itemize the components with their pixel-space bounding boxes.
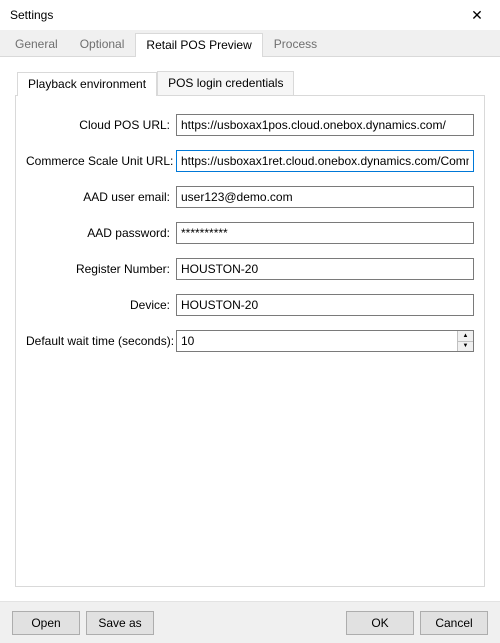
content-area: Playback environment POS login credentia…: [0, 57, 500, 595]
tab-retail-pos-preview[interactable]: Retail POS Preview: [135, 33, 262, 57]
inner-tabs: Playback environment POS login credentia…: [15, 71, 485, 95]
input-wait-time[interactable]: [177, 331, 457, 351]
inner-tabs-wrap: Playback environment POS login credentia…: [15, 71, 485, 587]
label-scale-unit-url: Commerce Scale Unit URL:: [26, 154, 176, 168]
label-aad-password: AAD password:: [26, 226, 176, 240]
label-cloud-pos-url: Cloud POS URL:: [26, 118, 176, 132]
playback-panel: Cloud POS URL: Commerce Scale Unit URL: …: [15, 95, 485, 587]
save-as-button[interactable]: Save as: [86, 611, 154, 635]
bottom-bar: Open Save as OK Cancel: [0, 601, 500, 643]
row-device: Device:: [26, 294, 474, 316]
tab-general[interactable]: General: [4, 32, 69, 56]
row-cloud-pos-url: Cloud POS URL:: [26, 114, 474, 136]
label-register-number: Register Number:: [26, 262, 176, 276]
tab-pos-login-credentials[interactable]: POS login credentials: [157, 71, 294, 95]
input-device[interactable]: [176, 294, 474, 316]
ok-button[interactable]: OK: [346, 611, 414, 635]
row-scale-unit-url: Commerce Scale Unit URL:: [26, 150, 474, 172]
label-aad-email: AAD user email:: [26, 190, 176, 204]
window-title: Settings: [10, 8, 53, 22]
close-icon[interactable]: ✕: [462, 0, 492, 30]
spinner-up-icon[interactable]: ▲: [458, 331, 473, 342]
row-aad-email: AAD user email:: [26, 186, 474, 208]
cancel-button[interactable]: Cancel: [420, 611, 488, 635]
tab-process[interactable]: Process: [263, 32, 328, 56]
open-button[interactable]: Open: [12, 611, 80, 635]
row-aad-password: AAD password:: [26, 222, 474, 244]
row-wait-time: Default wait time (seconds): ▲ ▼: [26, 330, 474, 352]
tab-playback-environment[interactable]: Playback environment: [17, 72, 157, 96]
label-wait-time: Default wait time (seconds):: [26, 334, 176, 348]
spinner-down-icon[interactable]: ▼: [458, 342, 473, 352]
label-device: Device:: [26, 298, 176, 312]
spinner-wait-time[interactable]: ▲ ▼: [176, 330, 474, 352]
spinner-buttons: ▲ ▼: [457, 331, 473, 351]
input-aad-email[interactable]: [176, 186, 474, 208]
input-scale-unit-url[interactable]: [176, 150, 474, 172]
input-aad-password[interactable]: [176, 222, 474, 244]
main-tabs: General Optional Retail POS Preview Proc…: [0, 30, 500, 57]
row-register-number: Register Number:: [26, 258, 474, 280]
titlebar: Settings ✕: [0, 0, 500, 30]
input-register-number[interactable]: [176, 258, 474, 280]
input-cloud-pos-url[interactable]: [176, 114, 474, 136]
tab-optional[interactable]: Optional: [69, 32, 136, 56]
